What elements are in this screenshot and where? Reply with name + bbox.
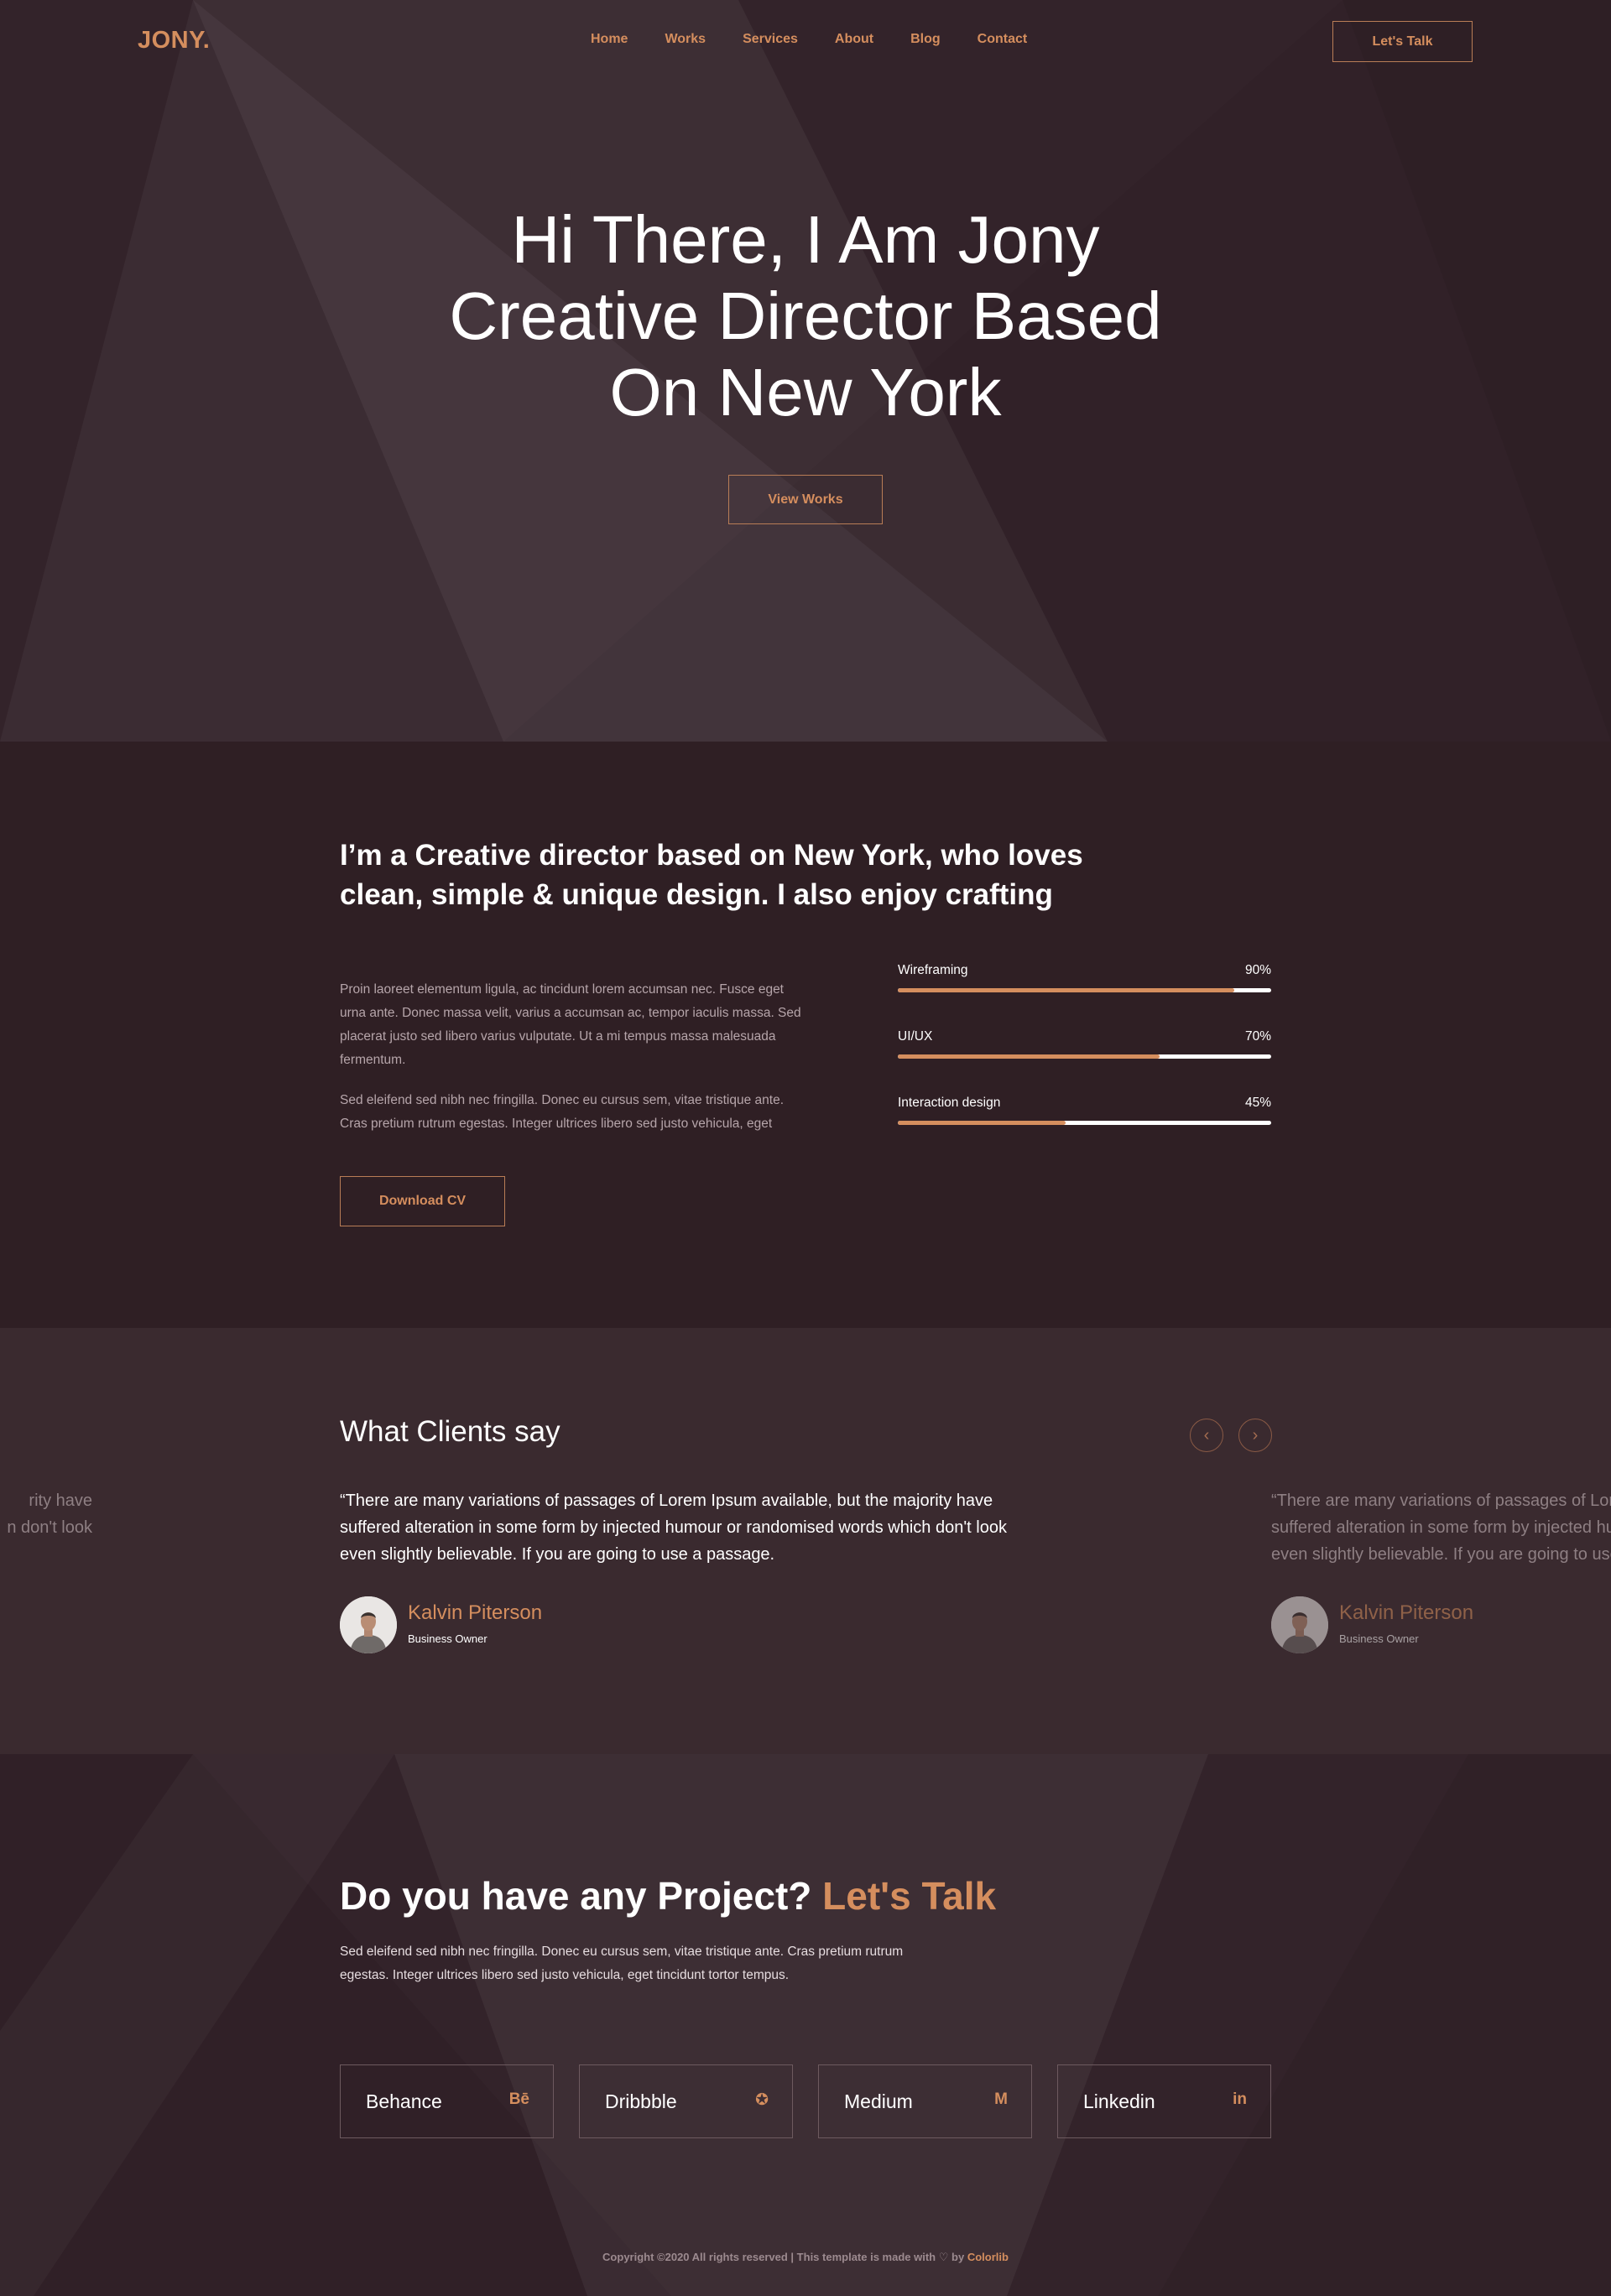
nav-contact[interactable]: Contact	[978, 32, 1028, 47]
skill-interaction-design: Interaction design 45%	[898, 1096, 1271, 1162]
skill-percent: 90%	[1244, 963, 1271, 977]
dribbble-link[interactable]: Dribbble ✪	[579, 2064, 793, 2138]
carousel-prev-button[interactable]: ‹	[1190, 1419, 1223, 1452]
nav-blog[interactable]: Blog	[910, 32, 941, 47]
behance-link[interactable]: Behance Bē	[340, 2064, 554, 2138]
hero-title-line: Hi There, I Am Jony	[511, 202, 1100, 277]
skill-uiux: UI/UX 70%	[898, 1029, 1271, 1096]
testimonials-section: What Clients say ‹ › rity have n don't l…	[0, 1328, 1611, 1754]
skill-progress-track	[898, 1054, 1271, 1059]
contact-title-main: Do you have any Project?	[340, 1874, 812, 1918]
navbar: JONY. Home Works Services About Blog Con…	[0, 0, 1611, 84]
nav-services[interactable]: Services	[743, 32, 798, 47]
chevron-right-icon: ›	[1252, 1426, 1259, 1445]
footer: Copyright ©2020 All rights reserved | Th…	[0, 2251, 1611, 2264]
medium-icon: M	[994, 2090, 1008, 2108]
skill-label: UI/UX	[898, 1029, 933, 1044]
behance-icon: Bē	[508, 2090, 529, 2108]
skill-progress-track	[898, 988, 1271, 992]
about-heading: I’m a Creative director based on New Yor…	[340, 839, 1083, 911]
skill-progress-track	[898, 1121, 1271, 1125]
nav-works[interactable]: Works	[665, 32, 706, 47]
testimonial-quote-previous: rity have n don't look	[7, 1492, 92, 1537]
skill-progress-fill	[898, 1054, 1160, 1059]
logo[interactable]: JONY.	[138, 27, 210, 55]
social-links: Behance Bē Dribbble ✪ Medium M Linkedin …	[340, 2064, 1271, 2138]
avatar	[1271, 1596, 1328, 1653]
copyright-text: Copyright ©2020 All rights reserved | Th…	[602, 2251, 936, 2263]
quote-line: even slightly believable. If you are goi…	[1271, 1545, 1611, 1564]
contact-text: Sed eleifend sed nibh nec fringilla. Don…	[340, 1945, 904, 1982]
author-name: Kalvin Piterson	[408, 1601, 543, 1624]
contact-title: Do you have any Project? Let's Talk	[340, 1873, 996, 1919]
avatar	[340, 1596, 397, 1653]
person-avatar-icon	[1271, 1596, 1328, 1653]
social-label: Linkedin	[1083, 2090, 1155, 2112]
skill-wireframing: Wireframing 90%	[898, 963, 1271, 1029]
carousel-next-button[interactable]: ›	[1238, 1419, 1272, 1452]
heart-icon: ♡	[938, 2251, 949, 2263]
social-label: Behance	[366, 2090, 442, 2112]
chevron-left-icon: ‹	[1203, 1426, 1210, 1445]
author-name: Kalvin Piterson	[1339, 1601, 1474, 1624]
skills-list: Wireframing 90% UI/UX 70% Interaction de…	[898, 963, 1271, 1162]
footer-by: by	[951, 2251, 965, 2263]
contact-background-shapes	[0, 1754, 1611, 2296]
testimonials-title: What Clients say	[340, 1415, 560, 1448]
view-works-button[interactable]: View Works	[728, 475, 883, 524]
social-label: Dribbble	[605, 2090, 677, 2112]
skill-progress-fill	[898, 1121, 1066, 1125]
main-menu: Home Works Services About Blog Contact	[591, 32, 1027, 47]
skill-progress-fill	[898, 988, 1234, 992]
hero-title: Hi There, I Am Jony Creative Director Ba…	[386, 201, 1225, 430]
hero-section: JONY. Home Works Services About Blog Con…	[0, 0, 1611, 742]
about-section: I’m a Creative director based on New Yor…	[0, 742, 1611, 1328]
colorlib-link[interactable]: Colorlib	[967, 2251, 1009, 2263]
skill-percent: 70%	[1244, 1029, 1271, 1044]
social-label: Medium	[844, 2090, 913, 2112]
skill-label: Interaction design	[898, 1096, 1001, 1110]
skill-percent: 45%	[1244, 1096, 1271, 1110]
hero-title-line: On New York	[609, 355, 1002, 430]
testimonial-quote-next: “There are many variations of passages o…	[1271, 1487, 1611, 1568]
quote-line: “There are many variations of passages o…	[1271, 1492, 1611, 1510]
medium-link[interactable]: Medium M	[818, 2064, 1032, 2138]
nav-about[interactable]: About	[835, 32, 873, 47]
skill-label: Wireframing	[898, 963, 968, 977]
about-paragraph: Sed eleifend sed nibh nec fringilla. Don…	[340, 1093, 785, 1131]
about-paragraph: Proin laoreet elementum ligula, ac tinci…	[340, 982, 801, 1067]
person-avatar-icon	[340, 1596, 397, 1653]
download-cv-button[interactable]: Download CV	[340, 1176, 505, 1226]
author-role: Business Owner	[1339, 1632, 1419, 1645]
nav-home[interactable]: Home	[591, 32, 628, 47]
linkedin-link[interactable]: Linkedin in	[1057, 2064, 1271, 2138]
contact-section: Do you have any Project? Let's Talk Sed …	[0, 1754, 1611, 2296]
quote-line: suffered alteration in some form by inje…	[1271, 1518, 1611, 1537]
hero-title-line: Creative Director Based	[449, 279, 1162, 353]
contact-title-accent: Let's Talk	[822, 1874, 997, 1918]
lets-talk-button[interactable]: Let's Talk	[1332, 21, 1473, 62]
author-role: Business Owner	[408, 1632, 487, 1645]
dribbble-icon: ✪	[755, 2091, 769, 2109]
linkedin-icon: in	[1233, 2090, 1247, 2108]
testimonial-quote: “There are many variations of passages o…	[340, 1492, 1007, 1564]
